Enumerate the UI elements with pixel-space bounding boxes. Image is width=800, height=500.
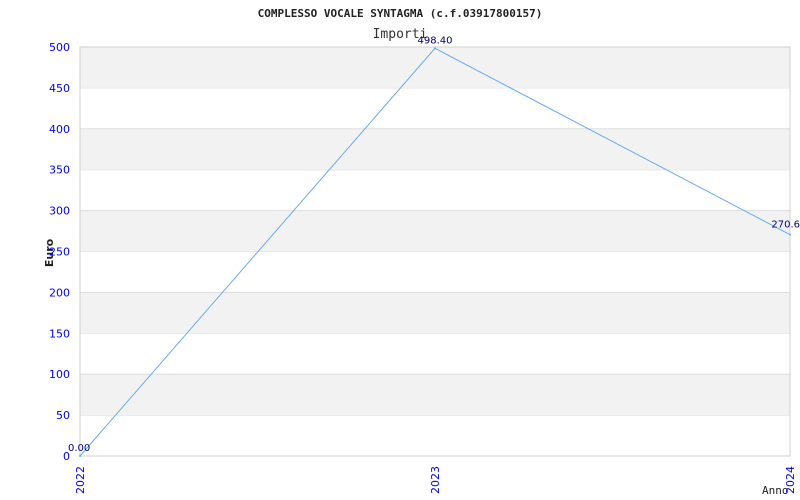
y-tick-label: 100 [49, 368, 70, 381]
y-tick-label: 450 [49, 82, 70, 95]
y-tick-label: 300 [49, 205, 70, 218]
x-tick-label: 2023 [429, 466, 442, 494]
y-tick-label: 50 [56, 409, 70, 422]
chart-container: COMPLESSO VOCALE SYNTAGMA (c.f.039178001… [0, 0, 800, 500]
data-label: 270.6 [771, 220, 800, 231]
data-label: 498.40 [418, 35, 453, 46]
grid-band [80, 374, 790, 416]
data-point [434, 47, 436, 50]
y-tick-label: 400 [49, 123, 70, 136]
y-tick-label: 500 [49, 41, 70, 54]
x-tick-label: 2024 [784, 466, 797, 494]
y-tick-label: 350 [49, 164, 70, 177]
chart-title: COMPLESSO VOCALE SYNTAGMA (c.f.039178001… [258, 7, 543, 20]
data-point [79, 455, 81, 457]
y-tick-label: 200 [49, 286, 70, 299]
grid-band [80, 210, 790, 252]
line-chart: COMPLESSO VOCALE SYNTAGMA (c.f.039178001… [43, 7, 800, 497]
y-tick-label: 150 [49, 327, 70, 340]
grid-band [80, 292, 790, 334]
grid-band [80, 47, 790, 88]
grid-band [80, 128, 790, 170]
y-tick-label: 250 [49, 246, 70, 259]
data-point [789, 233, 791, 236]
data-label: 0.00 [68, 443, 90, 454]
x-tick-label: 2022 [74, 466, 87, 494]
